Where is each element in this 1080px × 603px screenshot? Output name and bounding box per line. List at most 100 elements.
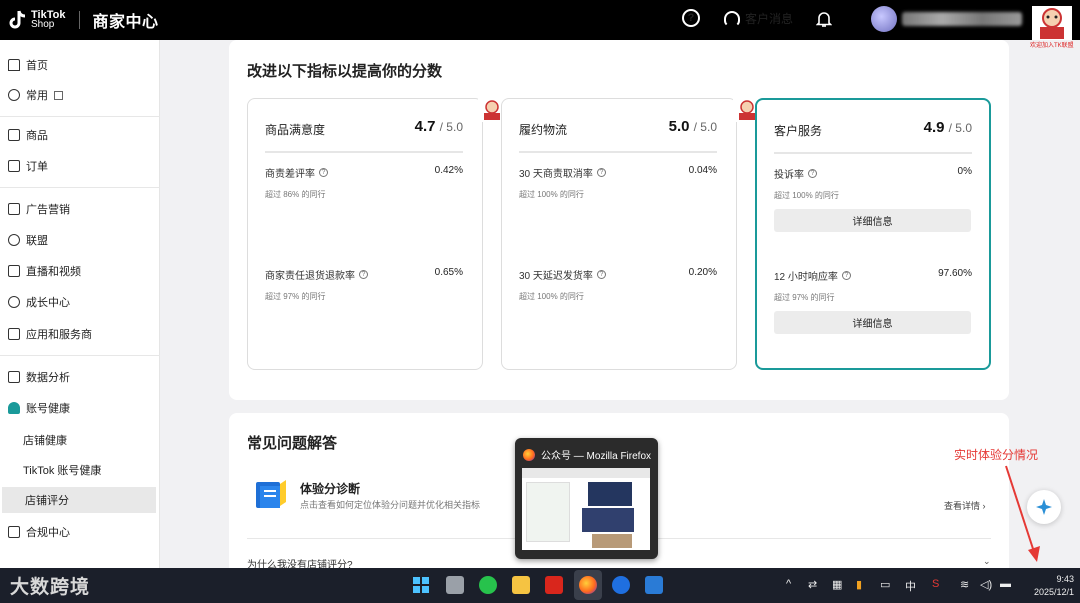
- task-view-icon[interactable]: [446, 576, 464, 594]
- book-icon: [256, 480, 286, 508]
- metric-row: 12 小时响应率? 97.60% 超过 97% 的同行 详细信息: [774, 268, 972, 334]
- firefox-icon: [523, 448, 535, 461]
- customer-messages-button[interactable]: 客户消息: [724, 10, 793, 27]
- annotation-text: 实时体验分情况: [954, 448, 1039, 462]
- sidebar-item-growth[interactable]: 成长中心: [0, 289, 160, 315]
- sidebar-item-label: 联盟: [26, 235, 48, 247]
- avatar[interactable]: [871, 6, 897, 32]
- metric-value: 0.04%: [688, 165, 717, 176]
- card-header: 商品满意度 4.7 / 5.0: [265, 118, 463, 153]
- tiktok-logo-icon: [9, 10, 26, 29]
- compliance-icon: [8, 526, 20, 538]
- metric-peer-note: 超过 97% 的同行: [774, 293, 835, 302]
- card-score: 5.0 / 5.0: [669, 118, 717, 135]
- clock-date: 2025/12/1: [1033, 587, 1074, 597]
- affiliate-icon: [8, 234, 20, 246]
- wps-icon[interactable]: [545, 576, 563, 594]
- metric-value: 0%: [957, 166, 972, 177]
- windows-taskbar: [0, 568, 1080, 603]
- firefox-window-preview[interactable]: 公众号 — Mozilla Firefox: [515, 438, 658, 559]
- details-button[interactable]: 详细信息: [774, 311, 971, 334]
- assistant-sparkle-button[interactable]: [1027, 490, 1061, 524]
- sidebar-subitem-tiktok-account-health[interactable]: TikTok 账号健康: [0, 457, 160, 483]
- view-details-link[interactable]: 查看详情 ›: [944, 499, 986, 512]
- mascot-sticker-icon: [1032, 6, 1072, 40]
- sidebar-item-orders[interactable]: 订单: [0, 153, 160, 179]
- sidebar-divider: [0, 355, 160, 356]
- chart-icon: [8, 371, 20, 383]
- help-icon[interactable]: ?: [682, 9, 700, 27]
- sogou-icon[interactable]: S: [932, 578, 939, 590]
- tray-app-icon[interactable]: ▦: [832, 578, 842, 591]
- metric-value: 0.42%: [434, 165, 463, 176]
- brand-title: 商家中心: [92, 14, 159, 31]
- input-method-indicator[interactable]: 中: [905, 578, 916, 594]
- sidebar-item-analytics[interactable]: 数据分析: [0, 364, 160, 390]
- firefox-taskbar-icon[interactable]: [579, 576, 597, 594]
- wifi-icon[interactable]: ≋: [960, 578, 969, 591]
- help-icon[interactable]: ?: [841, 271, 851, 280]
- logo-line2: Shop: [31, 19, 55, 30]
- card-score: 4.7 / 5.0: [415, 118, 463, 135]
- card-name: 履约物流: [519, 123, 568, 137]
- metric-label: 投诉率: [774, 170, 804, 181]
- score-max: / 5.0: [948, 121, 972, 135]
- browser-app-icon[interactable]: [612, 576, 630, 594]
- faq-item-description: 点击查看如何定位体验分问题并优化相关指标: [300, 500, 481, 510]
- score-max: / 5.0: [693, 120, 717, 134]
- card-score: 4.9 / 5.0: [924, 119, 972, 136]
- help-icon[interactable]: ?: [808, 169, 817, 178]
- file-explorer-icon[interactable]: [512, 576, 530, 594]
- sidebar-item-label: 商品: [26, 130, 48, 142]
- blurred-account-name: [902, 12, 1022, 26]
- sidebar-item-account-health[interactable]: 账号健康: [0, 395, 160, 421]
- sidebar-item-live-video[interactable]: 直播和视频: [0, 258, 160, 284]
- tray-app-icon[interactable]: ⇄: [808, 578, 817, 591]
- edit-icon[interactable]: [54, 90, 63, 100]
- sidebar-subitem-shop-rating[interactable]: 店铺评分: [2, 487, 156, 513]
- video-icon: [8, 265, 20, 277]
- sidebar-item-home[interactable]: 首页: [0, 52, 160, 78]
- sidebar-item-apps[interactable]: 应用和服务商: [0, 321, 160, 347]
- home-icon: [8, 59, 20, 71]
- sidebar-item-label: 首页: [26, 60, 48, 72]
- metric-label: 30 天商责取消率: [519, 169, 593, 180]
- score-value: 4.7: [414, 118, 436, 135]
- sidebar-subitem-shop-health[interactable]: 店铺健康: [0, 427, 160, 453]
- help-icon[interactable]: ?: [319, 168, 328, 177]
- sidebar-item-marketing[interactable]: 广告营销: [0, 196, 160, 222]
- sidebar-divider: [0, 116, 160, 117]
- volume-icon[interactable]: ◁): [980, 578, 992, 591]
- help-icon[interactable]: ?: [596, 270, 606, 279]
- sidebar-item-label: 账号健康: [26, 403, 70, 415]
- windows-start-icon[interactable]: [412, 576, 430, 594]
- tray-app-icon[interactable]: ▮: [856, 578, 862, 591]
- chevron-down-icon[interactable]: ⌄: [983, 556, 991, 567]
- sidebar-item-compliance[interactable]: 合规中心: [0, 519, 160, 545]
- chevron-up-icon[interactable]: ^: [786, 578, 791, 590]
- help-icon[interactable]: ?: [596, 168, 606, 177]
- faq-item-title[interactable]: 体验分诊断: [300, 480, 360, 497]
- help-icon[interactable]: ?: [359, 270, 368, 279]
- details-button[interactable]: 详细信息: [774, 209, 971, 232]
- battery-icon[interactable]: ▬: [1000, 578, 1011, 590]
- sidebar-item-label: 数据分析: [26, 372, 70, 384]
- system-clock[interactable]: 9:43 2025/12/1: [1030, 573, 1074, 599]
- cross-border-app-icon[interactable]: [645, 576, 663, 594]
- sidebar-item-common[interactable]: 常用: [0, 82, 160, 108]
- bell-icon[interactable]: [816, 10, 832, 28]
- metric-row: 商责差评率? 0.42% 超过 86% 的同行: [265, 165, 463, 200]
- sidebar-item-affiliate[interactable]: 联盟: [0, 227, 160, 253]
- sidebar-item-label: 应用和服务商: [26, 329, 92, 341]
- metric-label: 12 小时响应率: [774, 272, 838, 283]
- sidebar-item-label: 订单: [26, 161, 48, 173]
- tray-app-icon[interactable]: ▭: [880, 578, 890, 591]
- sidebar-item-products[interactable]: 商品: [0, 122, 160, 148]
- tiktok-shop-logo[interactable]: TikTok Shop: [8, 9, 65, 31]
- metric-label: 商责差评率: [265, 169, 315, 180]
- metric-peer-note: 超过 100% 的同行: [774, 191, 839, 200]
- wechat-icon[interactable]: [479, 576, 497, 594]
- metric-row: 商家责任退货退款率? 0.65% 超过 97% 的同行: [265, 267, 463, 302]
- metric-peer-note: 超过 86% 的同行: [265, 190, 326, 199]
- order-icon: [8, 160, 20, 172]
